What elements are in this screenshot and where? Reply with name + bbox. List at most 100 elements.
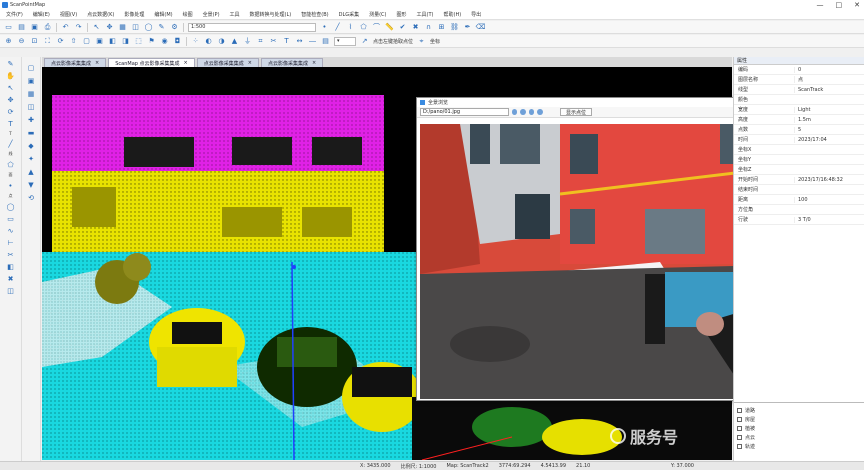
property-row[interactable]: 方位角 bbox=[734, 205, 864, 215]
minimize-button[interactable]: — bbox=[817, 1, 824, 9]
property-row[interactable]: 结束时间 bbox=[734, 185, 864, 195]
point-icon[interactable]: • bbox=[320, 23, 329, 32]
eraser-icon[interactable]: ⌫ bbox=[476, 23, 486, 32]
filter-icon[interactable]: ⏚ bbox=[243, 37, 252, 46]
menu-item[interactable]: 编辑(E) bbox=[33, 11, 50, 18]
property-row[interactable]: 坐标Z bbox=[734, 165, 864, 175]
select-icon[interactable]: ↖ bbox=[92, 23, 101, 32]
grid-icon[interactable]: ▦ bbox=[26, 89, 36, 98]
view-top-icon[interactable]: ▢ bbox=[82, 37, 91, 46]
property-value[interactable]: 点 bbox=[794, 76, 864, 83]
pan-icon[interactable]: ✥ bbox=[105, 23, 114, 32]
magnet-icon[interactable]: ∩ bbox=[424, 23, 433, 32]
move-icon[interactable]: ✥ bbox=[6, 95, 16, 104]
line-icon[interactable]: ╱ bbox=[333, 23, 342, 32]
redo-icon[interactable]: ↷ bbox=[74, 23, 83, 32]
menu-item[interactable]: 工具 bbox=[230, 11, 240, 18]
square-icon[interactable]: ▢ bbox=[26, 63, 36, 72]
height-icon[interactable]: ▲ bbox=[230, 37, 239, 46]
brush-icon[interactable]: ✎ bbox=[157, 23, 166, 32]
property-row[interactable]: 开始时间 2023/17/16:48:32 bbox=[734, 175, 864, 185]
show-point-button[interactable]: 显示点位 bbox=[559, 108, 592, 116]
pick-point-icon[interactable]: ↗ bbox=[360, 37, 369, 46]
layer-checkbox[interactable] bbox=[737, 444, 742, 449]
tab-close-icon[interactable]: × bbox=[312, 60, 316, 66]
tab-close-icon[interactable]: × bbox=[95, 60, 99, 66]
layer-item[interactable]: 轨迹 bbox=[737, 442, 862, 451]
property-row[interactable]: 时间 2023/17:04 bbox=[734, 135, 864, 145]
circle-icon[interactable]: ◯ bbox=[6, 202, 16, 211]
hline-icon[interactable]: ― bbox=[308, 37, 317, 46]
menu-item[interactable]: DLG采集 bbox=[339, 11, 360, 18]
property-row[interactable]: 宽度 Light bbox=[734, 105, 864, 115]
menu-item[interactable]: 智能检查(B) bbox=[301, 11, 328, 18]
dim-icon[interactable]: ↔ bbox=[295, 37, 304, 46]
check-icon[interactable]: ✔ bbox=[398, 23, 407, 32]
view-side-icon[interactable]: ◧ bbox=[108, 37, 117, 46]
arc-icon[interactable]: ⌒ bbox=[372, 23, 381, 32]
scale-combo[interactable]: 1:500 bbox=[188, 22, 316, 32]
menu-item[interactable]: 图形 bbox=[397, 11, 407, 18]
minus-icon[interactable]: ▬ bbox=[26, 128, 36, 137]
document-tab[interactable]: 点云影像采集集成 × bbox=[196, 58, 259, 67]
property-row[interactable]: 高度 1.5m bbox=[734, 115, 864, 125]
zoom-out-icon[interactable]: ⊖ bbox=[17, 37, 26, 46]
triangle-icon[interactable]: ▲ bbox=[26, 167, 36, 176]
layer-checkbox[interactable] bbox=[737, 408, 742, 413]
cut-icon[interactable]: ✂ bbox=[6, 250, 16, 259]
hand-icon[interactable]: ✋ bbox=[6, 71, 16, 80]
print-icon[interactable]: ⎙ bbox=[43, 23, 52, 32]
property-value[interactable]: 2023/17/16:48:32 bbox=[794, 176, 864, 183]
sync-icon[interactable]: ⟲ bbox=[26, 193, 36, 202]
north-icon[interactable]: ⇧ bbox=[69, 37, 78, 46]
menu-item[interactable]: 导出 bbox=[471, 11, 481, 18]
intensity-icon[interactable]: ◑ bbox=[217, 37, 226, 46]
layer-icon[interactable]: ◫ bbox=[6, 286, 16, 295]
pen-icon[interactable]: ✒ bbox=[463, 23, 472, 32]
layer-item[interactable]: 道路 bbox=[737, 406, 862, 415]
layer-icon[interactable]: ◫ bbox=[131, 23, 140, 32]
settings-icon[interactable]: ⚙ bbox=[170, 23, 179, 32]
circle-icon[interactable]: ◯ bbox=[144, 23, 153, 32]
layer-combo[interactable]: ▾ bbox=[334, 36, 356, 46]
rotate-icon[interactable]: ⟳ bbox=[6, 107, 16, 116]
property-value[interactable]: 1.5m bbox=[794, 116, 864, 123]
next-image-icon[interactable] bbox=[528, 109, 535, 115]
plus-icon[interactable]: ✚ bbox=[26, 115, 36, 124]
point-cloud-icon[interactable]: ⁘ bbox=[191, 37, 200, 46]
document-tab[interactable]: 点云影像采集集成 × bbox=[44, 58, 107, 67]
property-row[interactable]: 行驶 3 T/0 bbox=[734, 215, 864, 225]
property-row[interactable]: 点数 5 bbox=[734, 125, 864, 135]
layers-icon[interactable]: ◫ bbox=[26, 102, 36, 111]
new-file-icon[interactable]: ▭ bbox=[4, 23, 13, 32]
menu-item[interactable]: 全景(P) bbox=[203, 11, 220, 18]
cube-icon[interactable]: ⬚ bbox=[134, 37, 143, 46]
save-icon[interactable]: ▣ bbox=[30, 23, 39, 32]
property-value[interactable]: 100 bbox=[794, 196, 864, 203]
property-row[interactable]: 颜色 bbox=[734, 95, 864, 105]
arrow-icon[interactable]: ↖ bbox=[6, 83, 16, 92]
ruler-icon[interactable]: 📏 bbox=[385, 23, 394, 32]
stop-icon[interactable] bbox=[537, 109, 543, 115]
curve-icon[interactable]: ∿ bbox=[6, 226, 16, 235]
menu-item[interactable]: 视图(V) bbox=[60, 11, 77, 18]
document-tab[interactable]: ScanMap 点云影像采集集成 × bbox=[108, 58, 195, 67]
rect-icon[interactable]: ▭ bbox=[6, 214, 16, 223]
menu-item[interactable]: 编辑(M) bbox=[154, 11, 172, 18]
eye-icon[interactable]: ◉ bbox=[160, 37, 169, 46]
layer-checkbox[interactable] bbox=[737, 417, 742, 422]
clip-icon[interactable]: ✂ bbox=[269, 37, 278, 46]
line-icon[interactable]: ╱ bbox=[6, 139, 16, 148]
panorama-path-input[interactable]: D:/pano/01.jpg bbox=[420, 108, 509, 116]
prev-image-icon[interactable] bbox=[511, 109, 518, 115]
square-icon[interactable]: ▣ bbox=[26, 76, 36, 85]
menu-item[interactable]: 点云数据(K) bbox=[87, 11, 114, 18]
property-row[interactable]: 线型 ScanTrack bbox=[734, 85, 864, 95]
open-folder-icon[interactable]: ▤ bbox=[17, 23, 26, 32]
property-value[interactable]: 0 bbox=[794, 66, 864, 73]
link-icon[interactable]: ⛓ bbox=[450, 23, 459, 32]
menu-item[interactable]: 工具(T) bbox=[417, 11, 434, 18]
menu-item[interactable]: 绘图 bbox=[183, 11, 193, 18]
section-icon[interactable]: ◨ bbox=[121, 37, 130, 46]
zoom-window-icon[interactable]: ⊡ bbox=[30, 37, 39, 46]
